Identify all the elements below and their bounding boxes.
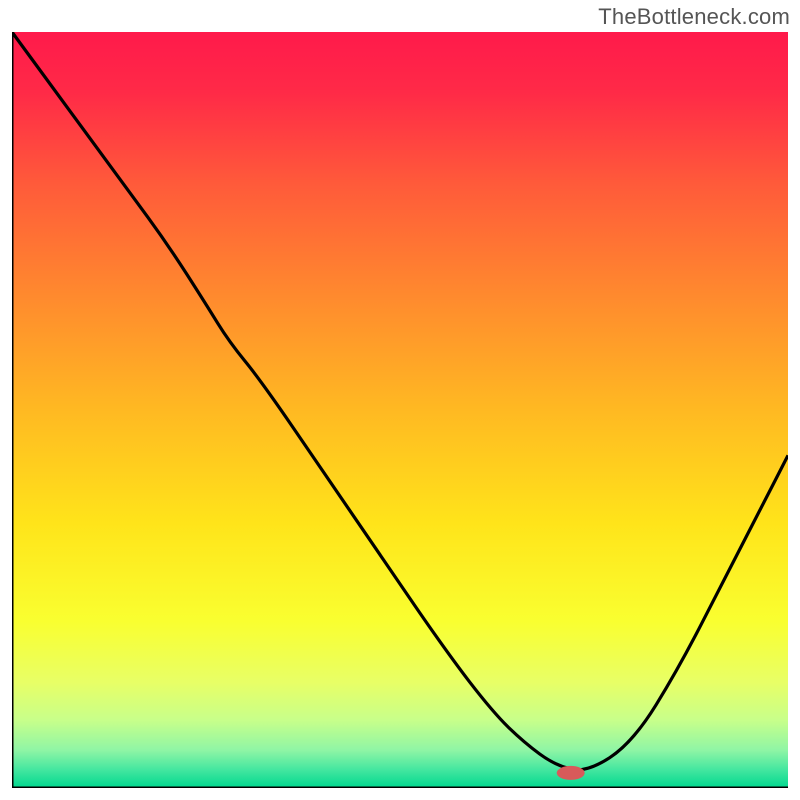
plot-area: [12, 32, 788, 788]
optimal-point-marker: [557, 766, 585, 780]
chart-svg: [12, 32, 788, 788]
watermark-label: TheBottleneck.com: [598, 4, 790, 30]
gradient-background: [12, 32, 788, 788]
chart-frame: TheBottleneck.com: [0, 0, 800, 800]
